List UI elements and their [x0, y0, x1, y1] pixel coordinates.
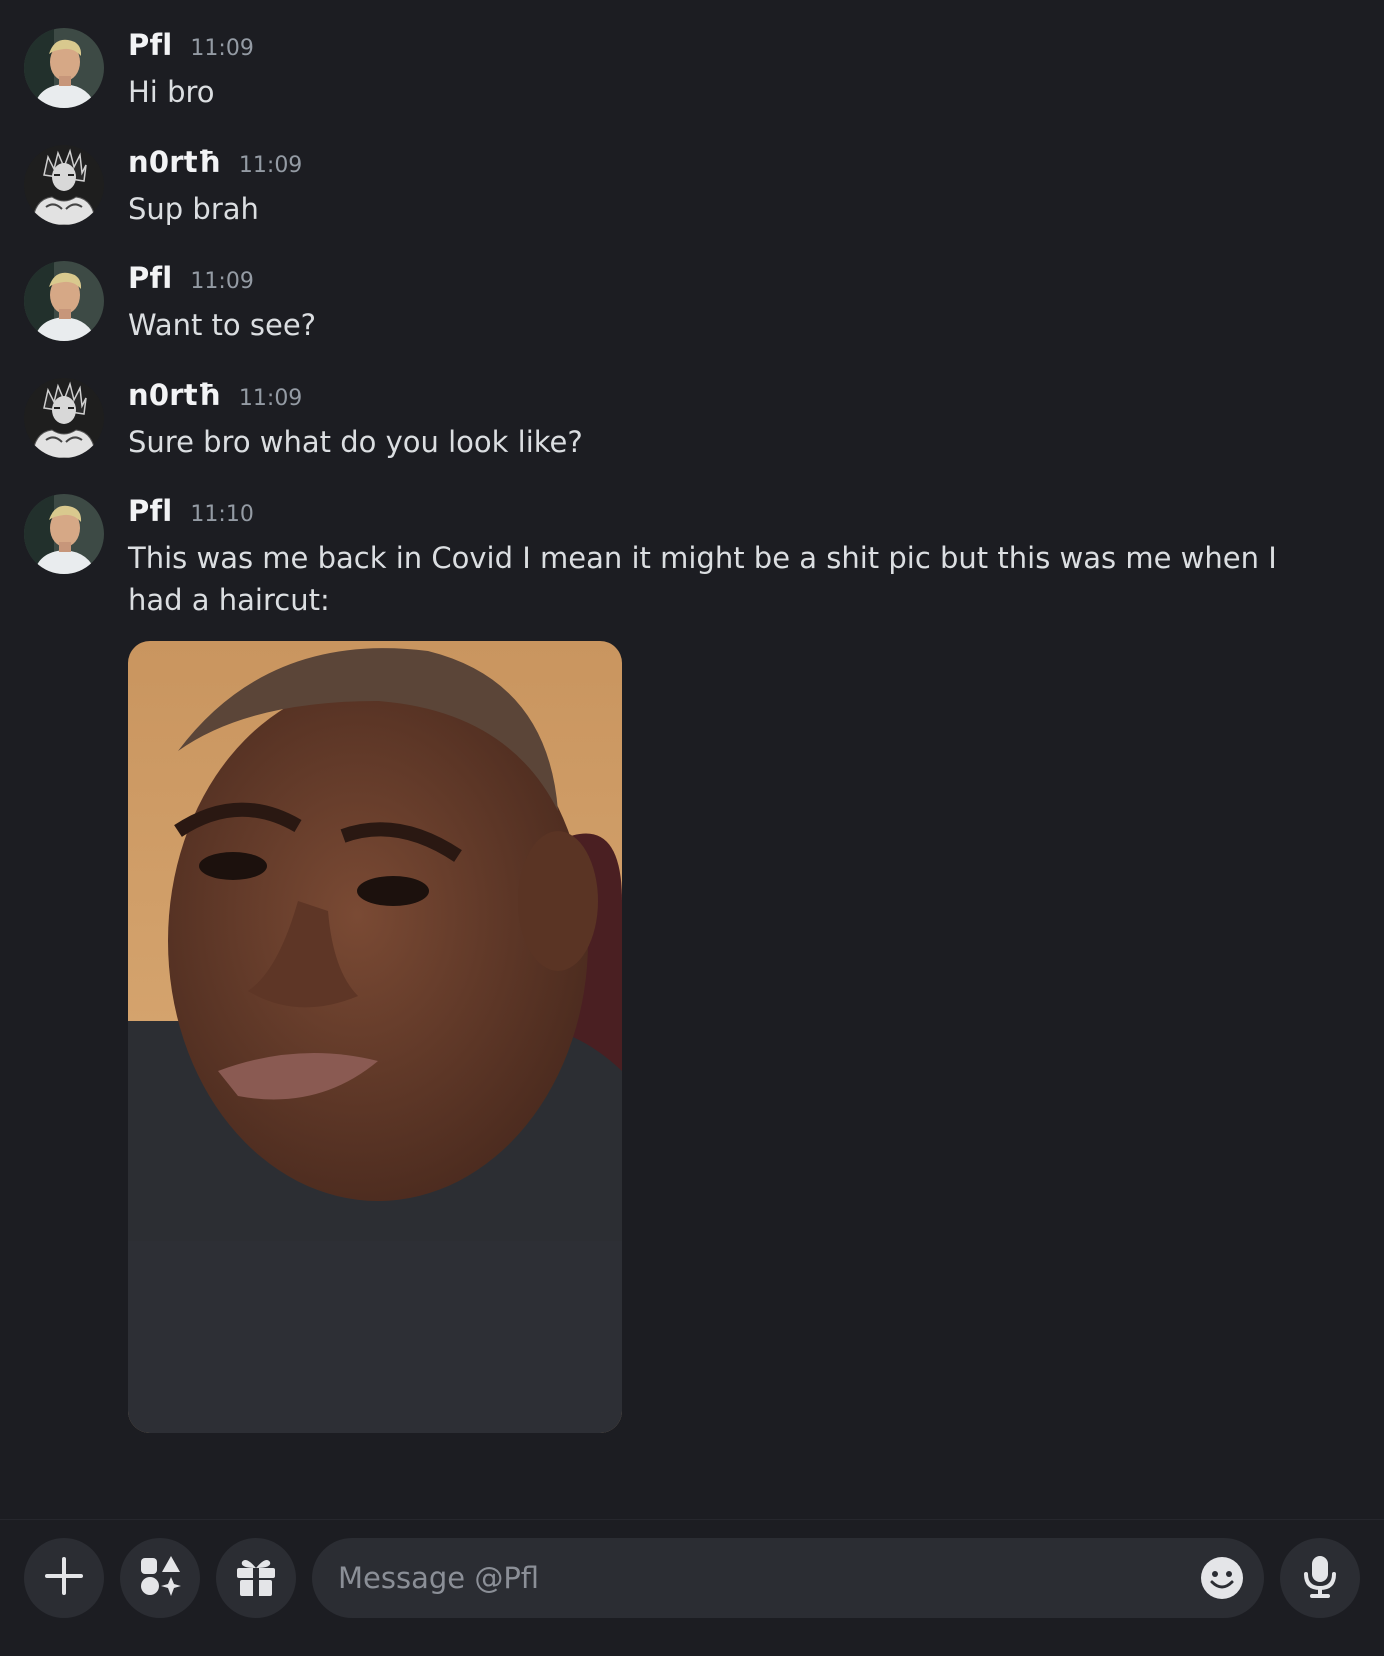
pfl-avatar[interactable] — [24, 494, 104, 574]
message-text: Hi bro — [128, 75, 215, 109]
add-attachment-button[interactable] — [24, 1538, 104, 1618]
gift-icon — [234, 1554, 278, 1602]
photo-attachment[interactable] — [128, 641, 622, 1433]
message-composer — [0, 1519, 1384, 1656]
message-timestamp: 11:09 — [190, 269, 254, 294]
plus-icon — [44, 1556, 84, 1600]
message-timestamp: 11:09 — [238, 153, 303, 178]
message-timestamp: 11:09 — [238, 386, 303, 411]
apps-button[interactable] — [120, 1538, 200, 1618]
message-author[interactable]: Pfl — [128, 28, 172, 62]
apps-icon — [138, 1554, 182, 1602]
north-avatar[interactable] — [24, 145, 104, 225]
message-author[interactable]: Pfl — [128, 494, 172, 528]
message-timestamp: 11:10 — [190, 502, 254, 527]
message-author[interactable]: n0rtħ — [128, 378, 221, 412]
microphone-icon — [1300, 1554, 1340, 1602]
message-author[interactable]: n0rtħ — [128, 145, 221, 179]
message-text: Sup brah — [128, 192, 259, 226]
gift-button[interactable] — [216, 1538, 296, 1618]
message-box — [312, 1538, 1264, 1618]
north-avatar[interactable] — [24, 378, 104, 458]
voice-message-button[interactable] — [1280, 1538, 1360, 1618]
message-text: This was me back in Covid I mean it migh… — [128, 541, 1277, 617]
emoji-button[interactable] — [1200, 1556, 1244, 1600]
message-text: Sure bro what do you look like? — [128, 425, 583, 459]
message-timestamp: 11:09 — [190, 36, 254, 61]
pfl-avatar[interactable] — [24, 28, 104, 108]
emoji-icon — [1200, 1557, 1244, 1604]
message-text: Want to see? — [128, 308, 317, 342]
message-author[interactable]: Pfl — [128, 261, 172, 295]
message-input[interactable] — [338, 1538, 1158, 1618]
pfl-avatar[interactable] — [24, 261, 104, 341]
